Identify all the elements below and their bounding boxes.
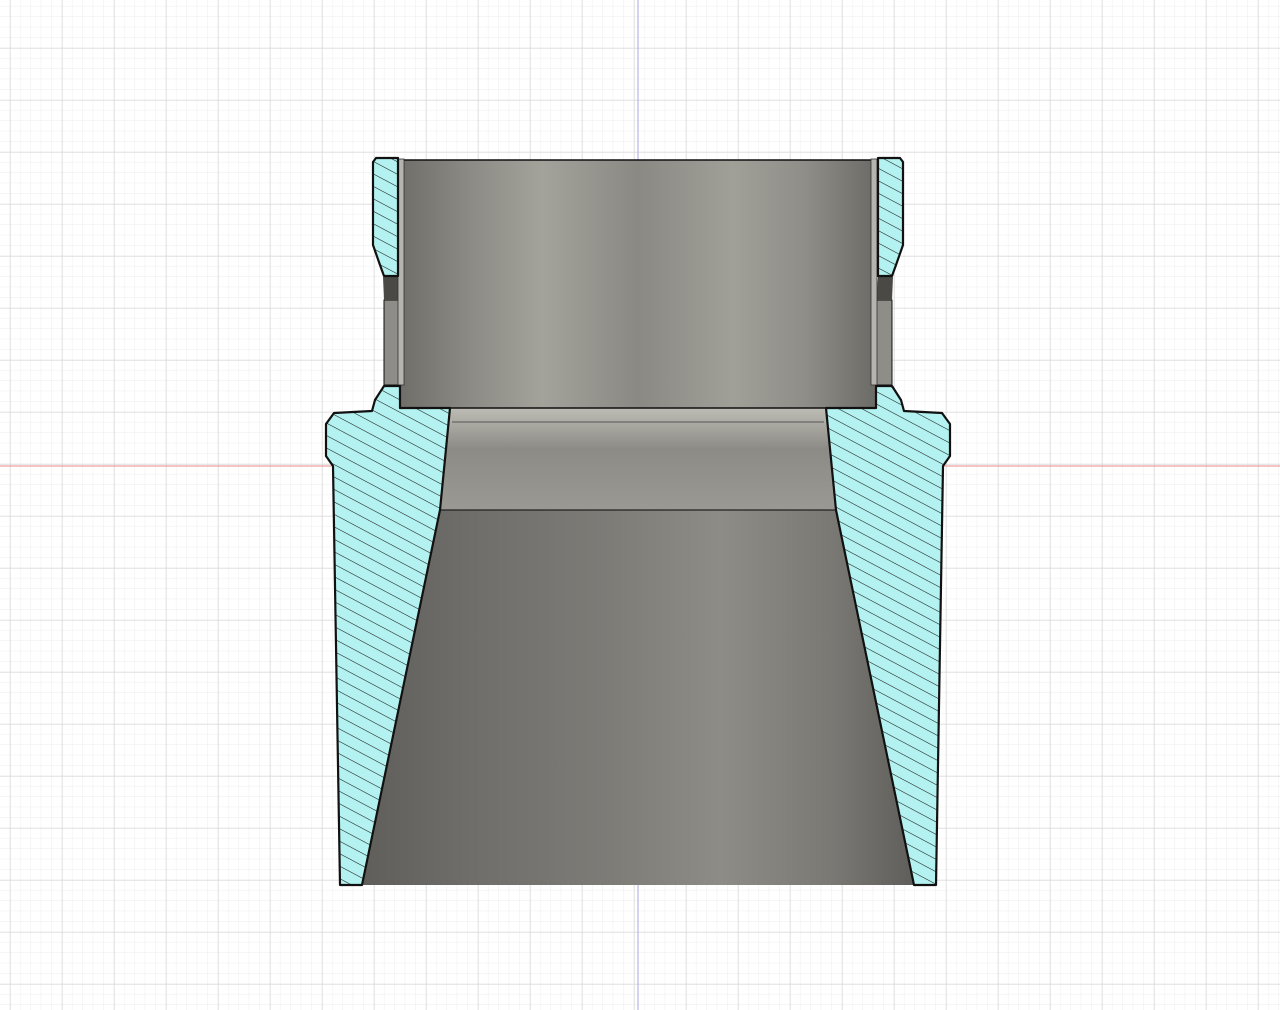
section-collar-right [876, 156, 905, 278]
cylinder-bore-surface [399, 159, 877, 409]
groove-chamfer-left [383, 277, 400, 300]
groove-chamfer-right [876, 277, 893, 300]
groove-right [875, 299, 893, 386]
section-collar-left [371, 156, 400, 278]
neck-surface [440, 408, 836, 510]
top-lip-right [870, 158, 878, 386]
part-body[interactable] [324, 156, 952, 887]
cad-viewport[interactable] [0, 0, 1280, 1010]
